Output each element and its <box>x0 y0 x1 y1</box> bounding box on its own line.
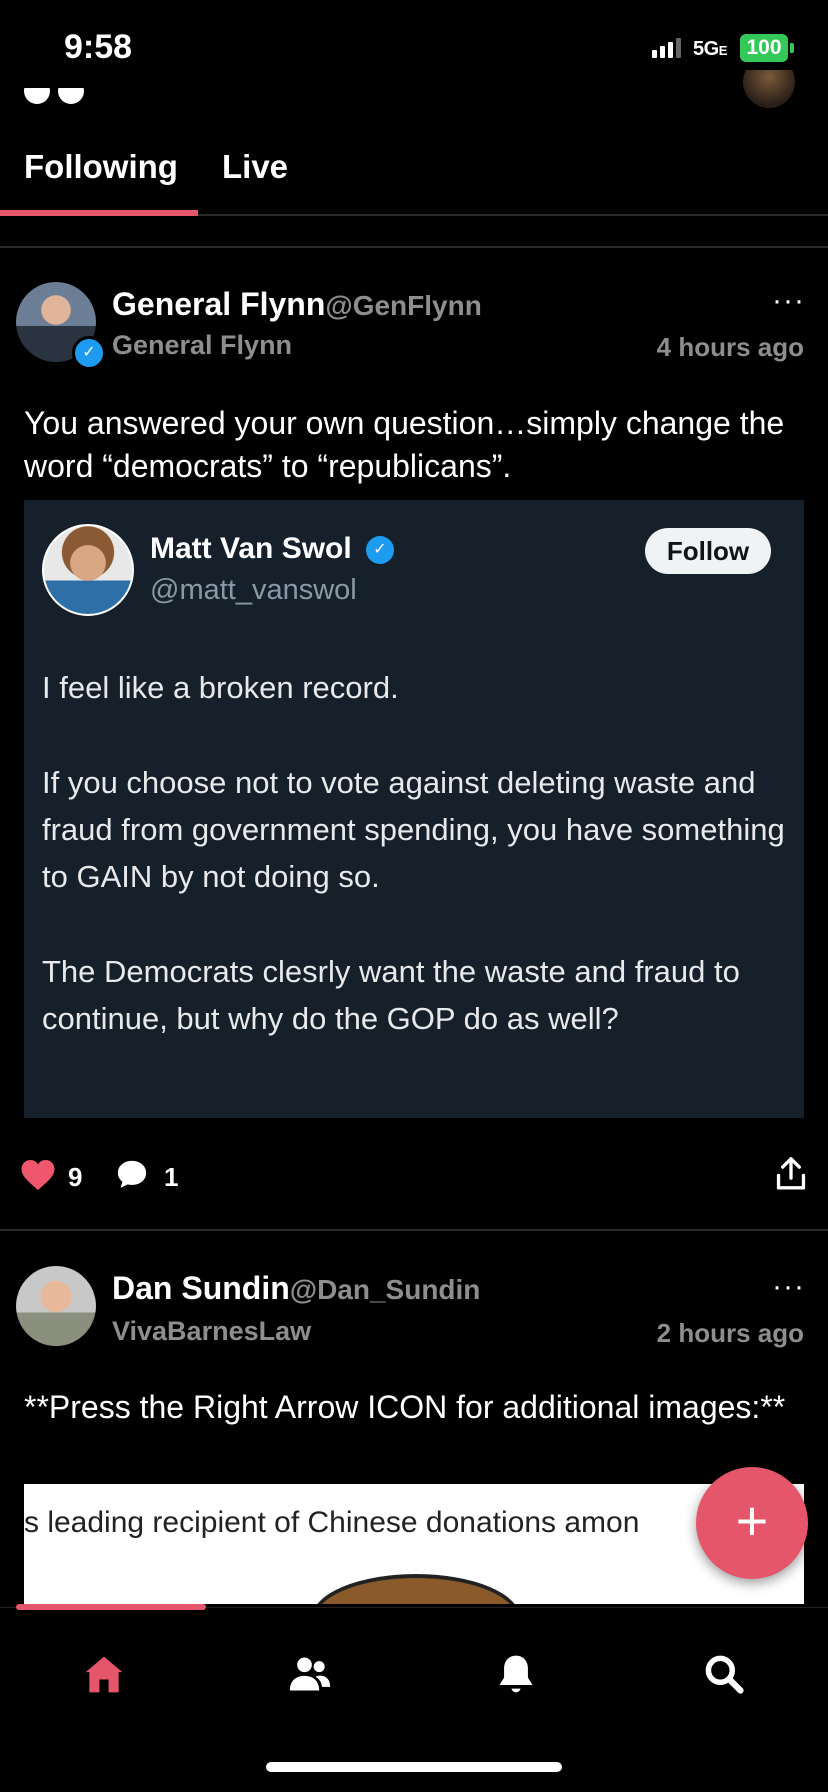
embedded-tweet[interactable]: Matt Van Swol ✓ @matt_vanswol Follow I f… <box>24 500 804 1118</box>
app-logo[interactable] <box>24 88 84 106</box>
post-author[interactable]: General Flynn@GenFlynn <box>112 286 482 323</box>
verified-icon: ✓ <box>72 336 106 370</box>
divider <box>0 1229 828 1231</box>
embed-author-name: Matt Van Swol <box>150 532 352 565</box>
search-icon[interactable] <box>702 1652 746 1696</box>
status-time: 9:58 <box>64 28 133 66</box>
embed-handle: @matt_vanswol <box>150 574 357 606</box>
display-name: Dan Sundin <box>112 1270 290 1306</box>
network-indicator: 5GE <box>693 38 727 60</box>
scroll-progress <box>16 1604 206 1610</box>
tab-live[interactable]: Live <box>222 148 288 186</box>
comment-count: 1 <box>164 1162 179 1192</box>
post-image[interactable]: s leading recipient of Chinese donations… <box>24 1484 804 1604</box>
more-options-icon[interactable]: ··· <box>772 284 805 318</box>
embed-avatar <box>42 524 134 616</box>
image-caption: s leading recipient of Chinese donations… <box>24 1506 640 1539</box>
more-options-icon[interactable]: ··· <box>772 1270 805 1304</box>
post-text: **Press the Right Arrow ICON for additio… <box>24 1389 786 1425</box>
battery-icon: 100 <box>740 34 788 62</box>
avatar[interactable] <box>16 1266 96 1346</box>
author-subtitle: General Flynn <box>112 330 293 360</box>
people-icon[interactable] <box>288 1652 332 1696</box>
battery-tip <box>790 43 794 53</box>
embed-text: I feel like a broken record. If you choo… <box>42 664 792 1090</box>
like-icon[interactable] <box>20 1158 56 1192</box>
home-indicator <box>266 1762 562 1772</box>
image-illustration <box>312 1574 520 1604</box>
tab-following[interactable]: Following <box>24 148 178 186</box>
divider <box>0 246 828 248</box>
display-name: General Flynn <box>112 286 326 322</box>
share-icon[interactable] <box>774 1156 808 1192</box>
handle: @Dan_Sundin <box>289 1274 481 1305</box>
post-text: You answered your own question…simply ch… <box>24 405 785 484</box>
embed-paragraph: If you choose not to vote against deleti… <box>42 765 785 894</box>
comment-icon[interactable] <box>115 1158 149 1192</box>
embed-paragraph: I feel like a broken record. <box>42 670 399 705</box>
bell-icon[interactable] <box>494 1652 538 1696</box>
profile-avatar[interactable] <box>743 70 795 110</box>
embed-paragraph: The Democrats clesrly want the waste and… <box>42 954 740 1036</box>
verified-icon: ✓ <box>366 536 394 564</box>
post-author[interactable]: Dan Sundin@Dan_Sundin <box>112 1270 480 1307</box>
tab-active-indicator <box>0 210 198 216</box>
signal-icon <box>652 38 681 58</box>
like-count: 9 <box>68 1162 83 1192</box>
compose-button[interactable]: + <box>696 1467 808 1579</box>
home-icon[interactable] <box>82 1652 126 1696</box>
timestamp: 4 hours ago <box>656 332 804 362</box>
author-subtitle: VivaBarnesLaw <box>112 1316 312 1346</box>
handle: @GenFlynn <box>325 290 482 321</box>
timestamp: 2 hours ago <box>656 1318 804 1348</box>
follow-button[interactable]: Follow <box>645 528 771 574</box>
